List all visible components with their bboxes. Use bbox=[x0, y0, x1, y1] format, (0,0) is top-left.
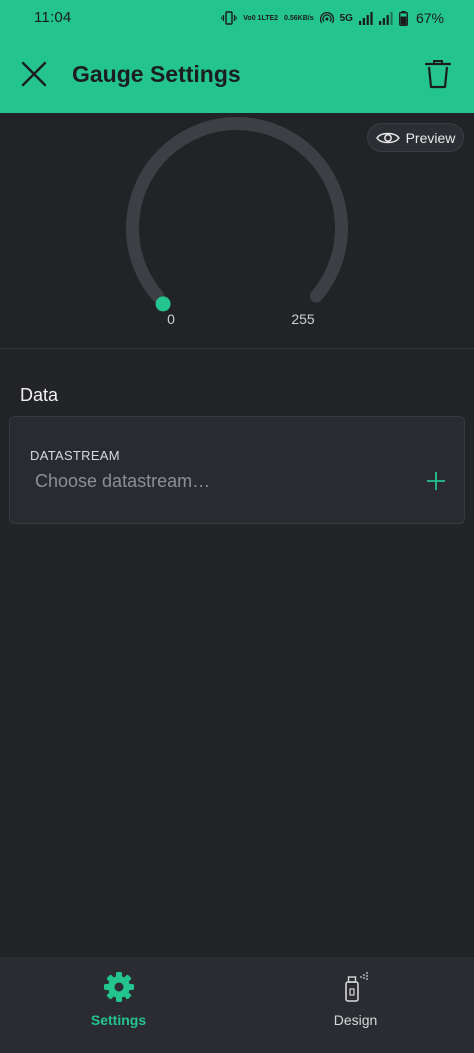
datastream-placeholder: Choose datastream… bbox=[35, 471, 211, 491]
trash-icon bbox=[425, 60, 451, 89]
close-button[interactable] bbox=[16, 56, 52, 92]
datastream-label: DATASTREAM bbox=[30, 448, 120, 463]
gauge-track bbox=[126, 117, 348, 303]
hotspot-icon bbox=[319, 11, 334, 25]
signal-icon-2 bbox=[378, 11, 393, 25]
gauge-value-dot bbox=[155, 296, 171, 312]
data-section-title: Data bbox=[20, 385, 59, 405]
battery-icon bbox=[399, 10, 408, 26]
status-bar: 11:04 Vo0 1 LTE2 0.56 KB/s 5G 67% bbox=[0, 0, 474, 36]
gauge-min-label: 0 bbox=[167, 311, 175, 327]
app-bar: Gauge Settings bbox=[0, 36, 474, 113]
status-icons: Vo0 1 LTE2 0.56 KB/s 5G 67% bbox=[221, 7, 444, 29]
eye-icon bbox=[375, 132, 400, 143]
gauge-max-label: 255 bbox=[291, 311, 315, 327]
gauge-settings-screen: 11:04 Vo0 1 LTE2 0.56 KB/s 5G 67% Gauge … bbox=[0, 0, 474, 1053]
network-speed: 0.56 KB/s bbox=[284, 15, 314, 22]
battery-percent: 67% bbox=[415, 10, 444, 26]
page-title: Gauge Settings bbox=[72, 61, 241, 87]
network-type: 5G bbox=[339, 12, 353, 24]
bottom-nav: Settings Design bbox=[0, 957, 474, 1053]
signal-icon-1 bbox=[358, 11, 373, 25]
speed-value: 0.56 bbox=[284, 14, 298, 22]
volte-indicator: Vo0 1 LTE2 bbox=[243, 15, 278, 22]
speed-unit: KB/s bbox=[297, 14, 314, 22]
tab-design-label: Design bbox=[333, 1012, 378, 1028]
datastream-selector[interactable]: DATASTREAM Choose datastream… bbox=[9, 416, 465, 524]
close-icon bbox=[21, 61, 47, 87]
header: 11:04 Vo0 1 LTE2 0.56 KB/s 5G 67% Gauge … bbox=[0, 0, 474, 113]
volte-line2: LTE2 bbox=[261, 14, 279, 22]
gear-icon bbox=[101, 969, 137, 1005]
tab-settings-label: Settings bbox=[90, 1012, 147, 1028]
spray-can-icon bbox=[338, 969, 374, 1005]
status-time: 11:04 bbox=[34, 9, 72, 26]
delete-button[interactable] bbox=[420, 56, 456, 92]
tab-design[interactable]: Design bbox=[237, 957, 474, 1053]
preview-button[interactable]: Preview bbox=[367, 123, 464, 152]
tab-settings[interactable]: Settings bbox=[0, 957, 237, 1053]
plus-icon[interactable] bbox=[424, 469, 448, 493]
widget-preview: 0 255 Preview bbox=[0, 113, 474, 349]
preview-label: Preview bbox=[405, 129, 456, 146]
volte-line1: Vo0 1 bbox=[243, 14, 262, 22]
vibrate-icon bbox=[221, 11, 237, 25]
